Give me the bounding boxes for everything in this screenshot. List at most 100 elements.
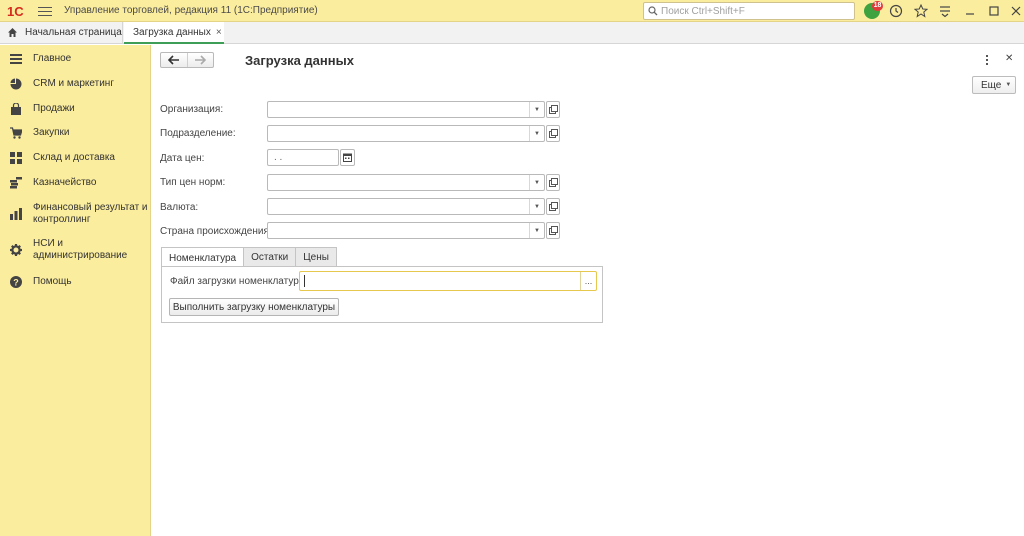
chevron-down-icon[interactable]: ▼ xyxy=(529,175,544,190)
calendar-button[interactable] xyxy=(340,149,355,166)
open-form-icon xyxy=(548,129,558,138)
tab-nomenclature[interactable]: Номенклатура xyxy=(161,247,245,268)
department-input[interactable] xyxy=(270,127,525,140)
title-bar: 1С Управление торговлей, редакция 11 (1С… xyxy=(0,0,1024,22)
menu-lines-icon xyxy=(10,54,22,64)
notifications-badge: 18 xyxy=(872,1,883,11)
calendar-icon xyxy=(343,153,352,162)
open-form-icon xyxy=(548,178,558,187)
main-menu-icon[interactable] xyxy=(38,4,52,18)
open-norm-price-type-button[interactable] xyxy=(546,174,560,191)
more-button-label: Еще xyxy=(981,79,1002,91)
cart-icon xyxy=(10,127,22,139)
sidebar-item-label: Финансовый результат и контроллинг xyxy=(33,202,148,225)
forward-button[interactable] xyxy=(186,53,213,67)
tab-home-label: Начальная страница xyxy=(25,27,122,38)
help-icon: ? xyxy=(10,276,22,288)
tab-data-upload[interactable]: Загрузка данных × xyxy=(124,22,224,44)
tab-stock[interactable]: Остатки xyxy=(243,247,297,267)
app-title: Управление торговлей, редакция 11 (1С:Пр… xyxy=(64,5,318,16)
svg-text:?: ? xyxy=(13,278,19,288)
open-organization-button[interactable] xyxy=(546,101,560,118)
chevron-down-icon: ▼ xyxy=(1005,82,1012,88)
open-form-icon xyxy=(548,202,558,211)
sidebar-item-admin[interactable]: НСИ и администрирование xyxy=(0,237,150,263)
norm-price-type-field[interactable]: ▼ xyxy=(267,174,545,191)
price-date-label: Дата цен: xyxy=(160,153,205,164)
more-vertical-icon[interactable] xyxy=(937,3,953,19)
sidebar-item-finance[interactable]: Финансовый результат и контроллинг xyxy=(0,201,150,227)
arrow-left-icon xyxy=(167,55,179,65)
sidebar-item-label: Главное xyxy=(33,53,72,64)
file-input[interactable] xyxy=(303,274,573,288)
grid-boxes-icon xyxy=(10,152,22,164)
tab-prices[interactable]: Цены xyxy=(295,247,337,267)
department-label: Подразделение: xyxy=(160,128,236,139)
chevron-down-icon[interactable]: ▼ xyxy=(529,102,544,117)
tab-close-icon[interactable]: × xyxy=(216,27,222,38)
back-button[interactable] xyxy=(161,53,187,67)
chevron-down-icon[interactable]: ▼ xyxy=(529,223,544,238)
coins-icon xyxy=(10,177,22,189)
sidebar-item-treasury[interactable]: Казначейство xyxy=(0,176,150,190)
norm-price-type-input[interactable] xyxy=(270,176,525,189)
pie-chart-icon xyxy=(10,78,22,90)
shopping-bag-icon xyxy=(11,103,21,115)
department-field[interactable]: ▼ xyxy=(267,125,545,142)
window-close-icon[interactable] xyxy=(1008,3,1024,19)
run-upload-button[interactable]: Выполнить загрузку номенклатуры xyxy=(169,298,339,316)
chevron-down-icon[interactable]: ▼ xyxy=(529,199,544,214)
page-title: Загрузка данных xyxy=(245,53,354,68)
organization-input[interactable] xyxy=(270,103,525,116)
notifications-button[interactable]: 18 xyxy=(864,1,883,19)
organization-field[interactable]: ▼ xyxy=(267,101,545,118)
home-icon xyxy=(8,28,17,37)
nomenclature-panel: Файл загрузки номенклатуры: ... Выполнит… xyxy=(161,266,603,323)
favorites-star-icon[interactable] xyxy=(913,3,929,19)
search-icon xyxy=(648,6,658,16)
origin-country-field[interactable]: ▼ xyxy=(267,222,545,239)
arrow-right-icon xyxy=(195,55,207,65)
maximize-icon[interactable] xyxy=(986,3,1002,19)
history-icon[interactable] xyxy=(888,3,904,19)
sidebar-item-label: Склад и доставка xyxy=(33,152,115,163)
currency-input[interactable] xyxy=(270,200,525,213)
sidebar-item-main[interactable]: Главное xyxy=(0,52,150,66)
minimize-icon[interactable] xyxy=(962,3,978,19)
1c-logo-icon[interactable]: 1С xyxy=(7,3,31,19)
sidebar-item-label: Закупки xyxy=(33,127,70,138)
open-form-icon xyxy=(548,226,558,235)
open-department-button[interactable] xyxy=(546,125,560,142)
open-currency-button[interactable] xyxy=(546,198,560,215)
file-field[interactable]: ... xyxy=(299,271,597,291)
origin-country-input[interactable] xyxy=(270,224,525,237)
price-date-input[interactable] xyxy=(274,151,334,164)
open-origin-country-button[interactable] xyxy=(546,222,560,239)
form-menu-icon[interactable] xyxy=(982,53,992,67)
currency-label: Валюта: xyxy=(160,202,199,213)
form-close-icon[interactable]: ✕ xyxy=(1005,53,1013,64)
select-file-button[interactable]: ... xyxy=(580,272,596,290)
chevron-down-icon[interactable]: ▼ xyxy=(529,126,544,141)
sidebar-item-sales[interactable]: Продажи xyxy=(0,102,150,116)
price-date-field[interactable] xyxy=(267,149,339,166)
search-input[interactable] xyxy=(661,4,851,18)
origin-country-label: Страна происхождения: xyxy=(160,226,272,237)
form-area: Загрузка данных ✕ Еще ▼ Организация: ▼ П… xyxy=(152,45,1024,536)
more-button[interactable]: Еще ▼ xyxy=(972,76,1016,94)
open-form-icon xyxy=(548,105,558,114)
file-label: Файл загрузки номенклатуры: xyxy=(170,276,309,287)
sidebar-item-help[interactable]: ? Помощь xyxy=(0,275,150,289)
search-box[interactable] xyxy=(643,2,855,20)
sidebar-item-crm[interactable]: CRM и маркетинг xyxy=(0,77,150,91)
sidebar-item-label: Помощь xyxy=(33,276,72,287)
norm-price-type-label: Тип цен норм: xyxy=(160,177,226,188)
currency-field[interactable]: ▼ xyxy=(267,198,545,215)
tab-home[interactable]: Начальная страница xyxy=(0,22,123,43)
sidebar-item-label: НСИ и администрирование xyxy=(33,238,128,261)
sidebar-item-purchases[interactable]: Закупки xyxy=(0,126,150,140)
sidebar-item-label: CRM и маркетинг xyxy=(33,78,114,89)
sidebar-item-warehouse[interactable]: Склад и доставка xyxy=(0,151,150,165)
page-tabs: Номенклатура Остатки Цены xyxy=(161,247,337,268)
svg-text:1С: 1С xyxy=(7,4,24,19)
